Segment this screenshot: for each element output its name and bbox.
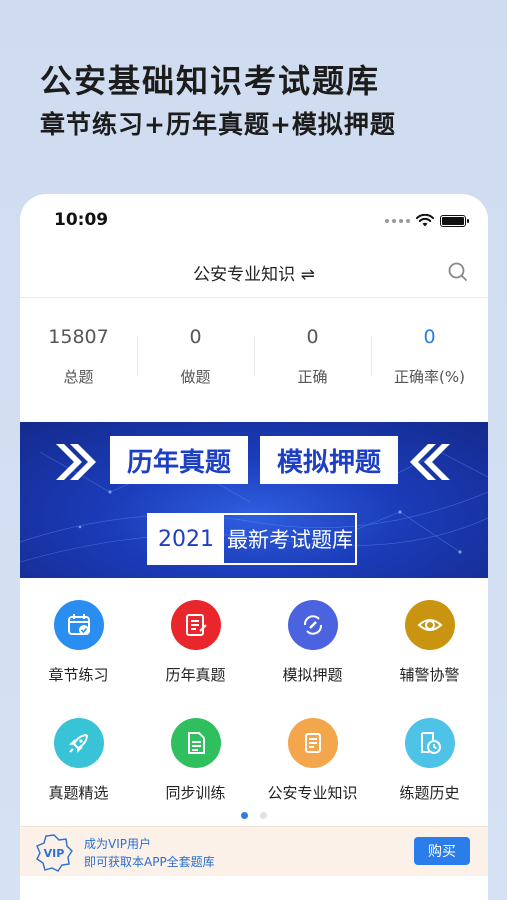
vip-banner[interactable]: VIP 成为VIP用户 即可获取本APP全套题库 购买 bbox=[20, 826, 488, 876]
banner-year: 2021 bbox=[158, 526, 214, 552]
calendar-check-icon bbox=[53, 600, 104, 650]
banner-tag-past-exams: 历年真题 bbox=[126, 447, 231, 478]
stat-label: 总题 bbox=[63, 368, 94, 386]
page-dot-active[interactable] bbox=[241, 812, 248, 819]
menu-past-exams[interactable]: 历年真题 bbox=[137, 594, 254, 712]
menu-label: 模拟押题 bbox=[282, 666, 343, 684]
stat-total[interactable]: 15807 总题 bbox=[20, 298, 137, 418]
eye-icon bbox=[404, 600, 455, 650]
page-dot[interactable] bbox=[260, 812, 267, 819]
vip-badge-text: VIP bbox=[44, 847, 65, 860]
feature-grid: 章节练习 历年真题 模拟押题 辅警协警 真题精选 同步训练 公安专业知识 练题历… bbox=[20, 594, 488, 830]
stat-value: 15807 bbox=[48, 326, 109, 348]
page-indicator bbox=[20, 812, 488, 819]
menu-label: 练题历史 bbox=[399, 784, 460, 802]
vip-title: 成为VIP用户 bbox=[84, 837, 151, 851]
promo-banner[interactable]: 历年真题 模拟押题 2021 最新考试题库 bbox=[20, 422, 488, 578]
stat-accuracy[interactable]: 0 正确率(%) bbox=[371, 298, 488, 418]
search-icon[interactable] bbox=[446, 260, 470, 284]
document-list-icon bbox=[170, 600, 221, 650]
stat-value: 0 bbox=[423, 326, 436, 348]
refresh-edit-icon bbox=[287, 600, 338, 650]
stat-value: 0 bbox=[189, 326, 202, 348]
phone-screen: 10:09 公安专业知识 ⇌ 15807 总题 0 做题 0 正确 0 正确率(… bbox=[20, 194, 488, 900]
promo-subtitle: 章节练习+历年真题+模拟押题 bbox=[40, 110, 396, 139]
stat-value: 0 bbox=[306, 326, 319, 348]
banner-tag-mock-exams: 模拟押题 bbox=[276, 447, 381, 478]
wifi-icon bbox=[416, 214, 434, 227]
subject-switcher[interactable]: 公安专业知识 ⇌ bbox=[20, 260, 488, 285]
stat-label: 正确 bbox=[297, 368, 328, 386]
signal-icon bbox=[385, 218, 410, 223]
stat-done[interactable]: 0 做题 bbox=[137, 298, 254, 418]
history-document-icon bbox=[404, 718, 455, 768]
battery-icon bbox=[440, 214, 469, 227]
status-icons bbox=[385, 214, 469, 227]
menu-label: 章节练习 bbox=[48, 666, 109, 684]
vip-description: 即可获取本APP全套题库 bbox=[84, 855, 215, 869]
buy-button[interactable]: 购买 bbox=[414, 837, 470, 865]
scroll-icon bbox=[287, 718, 338, 768]
menu-label: 公安专业知识 bbox=[267, 784, 358, 802]
menu-mock-exams[interactable]: 模拟押题 bbox=[254, 594, 371, 712]
menu-label: 历年真题 bbox=[165, 666, 226, 684]
status-bar: 10:09 bbox=[20, 194, 488, 246]
status-time: 10:09 bbox=[54, 210, 109, 230]
menu-label: 同步训练 bbox=[165, 784, 226, 802]
promo-title: 公安基础知识考试题库 bbox=[40, 62, 381, 100]
stat-label: 正确率(%) bbox=[394, 368, 465, 386]
menu-label: 辅警协警 bbox=[399, 666, 460, 684]
menu-chapter-practice[interactable]: 章节练习 bbox=[20, 594, 137, 712]
nav-bar: 公安专业知识 ⇌ bbox=[20, 246, 488, 298]
stats-panel: 15807 总题 0 做题 0 正确 0 正确率(%) bbox=[20, 298, 488, 418]
document-icon bbox=[170, 718, 221, 768]
menu-label: 真题精选 bbox=[48, 784, 109, 802]
rocket-icon bbox=[53, 718, 104, 768]
stat-label: 做题 bbox=[180, 368, 211, 386]
menu-auxiliary-police[interactable]: 辅警协警 bbox=[371, 594, 488, 712]
vip-badge-icon: VIP bbox=[36, 834, 73, 872]
stat-correct[interactable]: 0 正确 bbox=[254, 298, 371, 418]
banner-caption: 最新考试题库 bbox=[227, 528, 353, 552]
